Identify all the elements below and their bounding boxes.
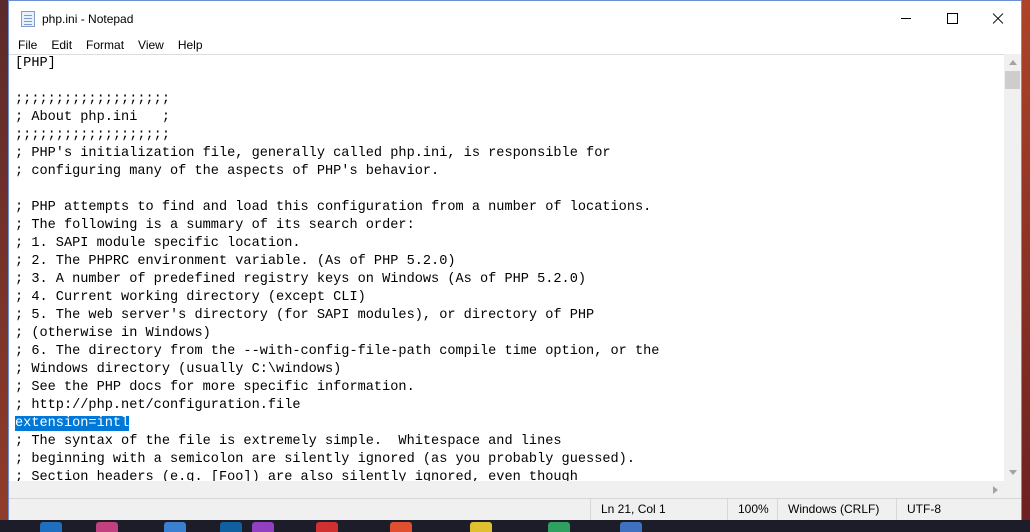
text-line[interactable]: ; beginning with a semicolon are silentl… (15, 451, 1004, 469)
zoom-level: 100% (727, 499, 769, 520)
text-line[interactable]: ; http://php.net/configuration.file (15, 397, 1004, 415)
taskbar-app-icon[interactable] (316, 522, 338, 532)
menu-bar: File Edit Format View Help (9, 36, 1021, 54)
text-line[interactable]: ;;;;;;;;;;;;;;;;;;; (15, 91, 1004, 109)
line-text: ; PHP attempts to find and load this con… (15, 200, 652, 215)
taskbar-app-icon[interactable] (96, 522, 118, 532)
line-text: ; 2. The PHPRC environment variable. (As… (15, 254, 456, 269)
horizontal-scrollbar[interactable] (9, 481, 1004, 498)
line-text: ; 3. A number of predefined registry key… (15, 272, 587, 287)
line-text: ; About php.ini ; (15, 110, 170, 125)
text-content[interactable]: [PHP];;;;;;;;;;;;;;;;;;; ; About php.ini … (9, 55, 1004, 482)
vertical-scroll-thumb[interactable] (1005, 71, 1020, 89)
line-text: [PHP] (15, 56, 56, 71)
taskbar-app-icon[interactable] (390, 522, 412, 532)
text-line[interactable]: ;;;;;;;;;;;;;;;;;;; (15, 127, 1004, 145)
close-button[interactable] (975, 1, 1021, 36)
text-line[interactable]: ; PHP attempts to find and load this con… (15, 199, 1004, 217)
text-line[interactable]: ; configuring many of the aspects of PHP… (15, 163, 1004, 181)
line-text: ; PHP's initialization file, generally c… (15, 146, 611, 161)
text-line[interactable] (15, 73, 1004, 91)
taskbar-app-icon[interactable] (252, 522, 274, 532)
scrollbar-corner (1004, 481, 1021, 498)
text-line[interactable]: ; (otherwise in Windows) (15, 325, 1004, 343)
line-text: ; 5. The web server's directory (for SAP… (15, 308, 595, 323)
notepad-icon (21, 10, 35, 27)
title-bar[interactable]: php.ini - Notepad (9, 1, 1021, 36)
minimize-button[interactable] (883, 1, 929, 36)
text-line[interactable]: ; Windows directory (usually C:\windows) (15, 361, 1004, 379)
menu-view[interactable]: View (131, 36, 171, 54)
notepad-window: php.ini - Notepad File Edit Format View … (8, 0, 1022, 520)
close-icon (992, 13, 1004, 25)
text-line[interactable]: [PHP] (15, 55, 1004, 73)
taskbar-app-icon[interactable] (620, 522, 642, 532)
window-controls (883, 1, 1021, 36)
cursor-position: Ln 21, Col 1 (590, 499, 666, 520)
window-title: php.ini - Notepad (42, 11, 134, 26)
text-line[interactable] (15, 181, 1004, 199)
maximize-button[interactable] (929, 1, 975, 36)
line-text: ; configuring many of the aspects of PHP… (15, 164, 440, 179)
taskbar-app-icon[interactable] (470, 522, 492, 532)
line-text: ; (otherwise in Windows) (15, 326, 211, 341)
line-text: extension=intl (15, 416, 130, 431)
text-line[interactable]: ; 1. SAPI module specific location. (15, 235, 1004, 253)
taskbar-app-icon[interactable] (164, 522, 186, 532)
text-line[interactable]: ; The syntax of the file is extremely si… (15, 433, 1004, 451)
line-text: ; The following is a summary of its sear… (15, 218, 415, 233)
menu-format[interactable]: Format (79, 36, 131, 54)
text-editor[interactable]: [PHP];;;;;;;;;;;;;;;;;;; ; About php.ini … (9, 54, 1004, 482)
scroll-right-arrow-icon[interactable] (987, 481, 1004, 498)
line-text: ; 1. SAPI module specific location. (15, 236, 301, 251)
line-ending: Windows (CRLF) (777, 499, 879, 520)
encoding: UTF-8 (896, 499, 941, 520)
line-text: ; 4. Current working directory (except C… (15, 290, 366, 305)
text-line[interactable]: ; The following is a summary of its sear… (15, 217, 1004, 235)
text-line[interactable]: ; About php.ini ; (15, 109, 1004, 127)
line-text: ;;;;;;;;;;;;;;;;;;; (15, 128, 170, 143)
status-bar: Ln 21, Col 1 100% Windows (CRLF) UTF-8 (9, 498, 1021, 520)
taskbar (0, 520, 1030, 532)
text-line[interactable]: ; See the PHP docs for more specific inf… (15, 379, 1004, 397)
selected-text-line[interactable]: extension=intl (15, 415, 1004, 433)
text-line[interactable]: ; 5. The web server's directory (for SAP… (15, 307, 1004, 325)
line-text: ; The syntax of the file is extremely si… (15, 434, 562, 449)
text-line[interactable]: ; 2. The PHPRC environment variable. (As… (15, 253, 1004, 271)
maximize-icon (946, 13, 958, 24)
scroll-down-arrow-icon[interactable] (1004, 464, 1021, 481)
taskbar-app-icon[interactable] (40, 522, 62, 532)
scroll-up-arrow-icon[interactable] (1004, 54, 1021, 71)
taskbar-app-icon[interactable] (548, 522, 570, 532)
taskbar-app-icon[interactable] (220, 522, 242, 532)
menu-help[interactable]: Help (171, 36, 210, 54)
line-text: ;;;;;;;;;;;;;;;;;;; (15, 92, 170, 107)
text-line[interactable]: ; PHP's initialization file, generally c… (15, 145, 1004, 163)
text-line[interactable]: ; 3. A number of predefined registry key… (15, 271, 1004, 289)
line-text: ; Windows directory (usually C:\windows) (15, 362, 342, 377)
line-text: ; beginning with a semicolon are silentl… (15, 452, 635, 467)
menu-file[interactable]: File (11, 36, 44, 54)
menu-edit[interactable]: Edit (44, 36, 79, 54)
line-text: ; http://php.net/configuration.file (15, 398, 301, 413)
line-text: ; See the PHP docs for more specific inf… (15, 380, 415, 395)
text-line[interactable]: ; 6. The directory from the --with-confi… (15, 343, 1004, 361)
vertical-scrollbar[interactable] (1004, 54, 1021, 481)
line-text: ; 6. The directory from the --with-confi… (15, 344, 660, 359)
text-line[interactable]: ; 4. Current working directory (except C… (15, 289, 1004, 307)
minimize-icon (901, 18, 911, 19)
